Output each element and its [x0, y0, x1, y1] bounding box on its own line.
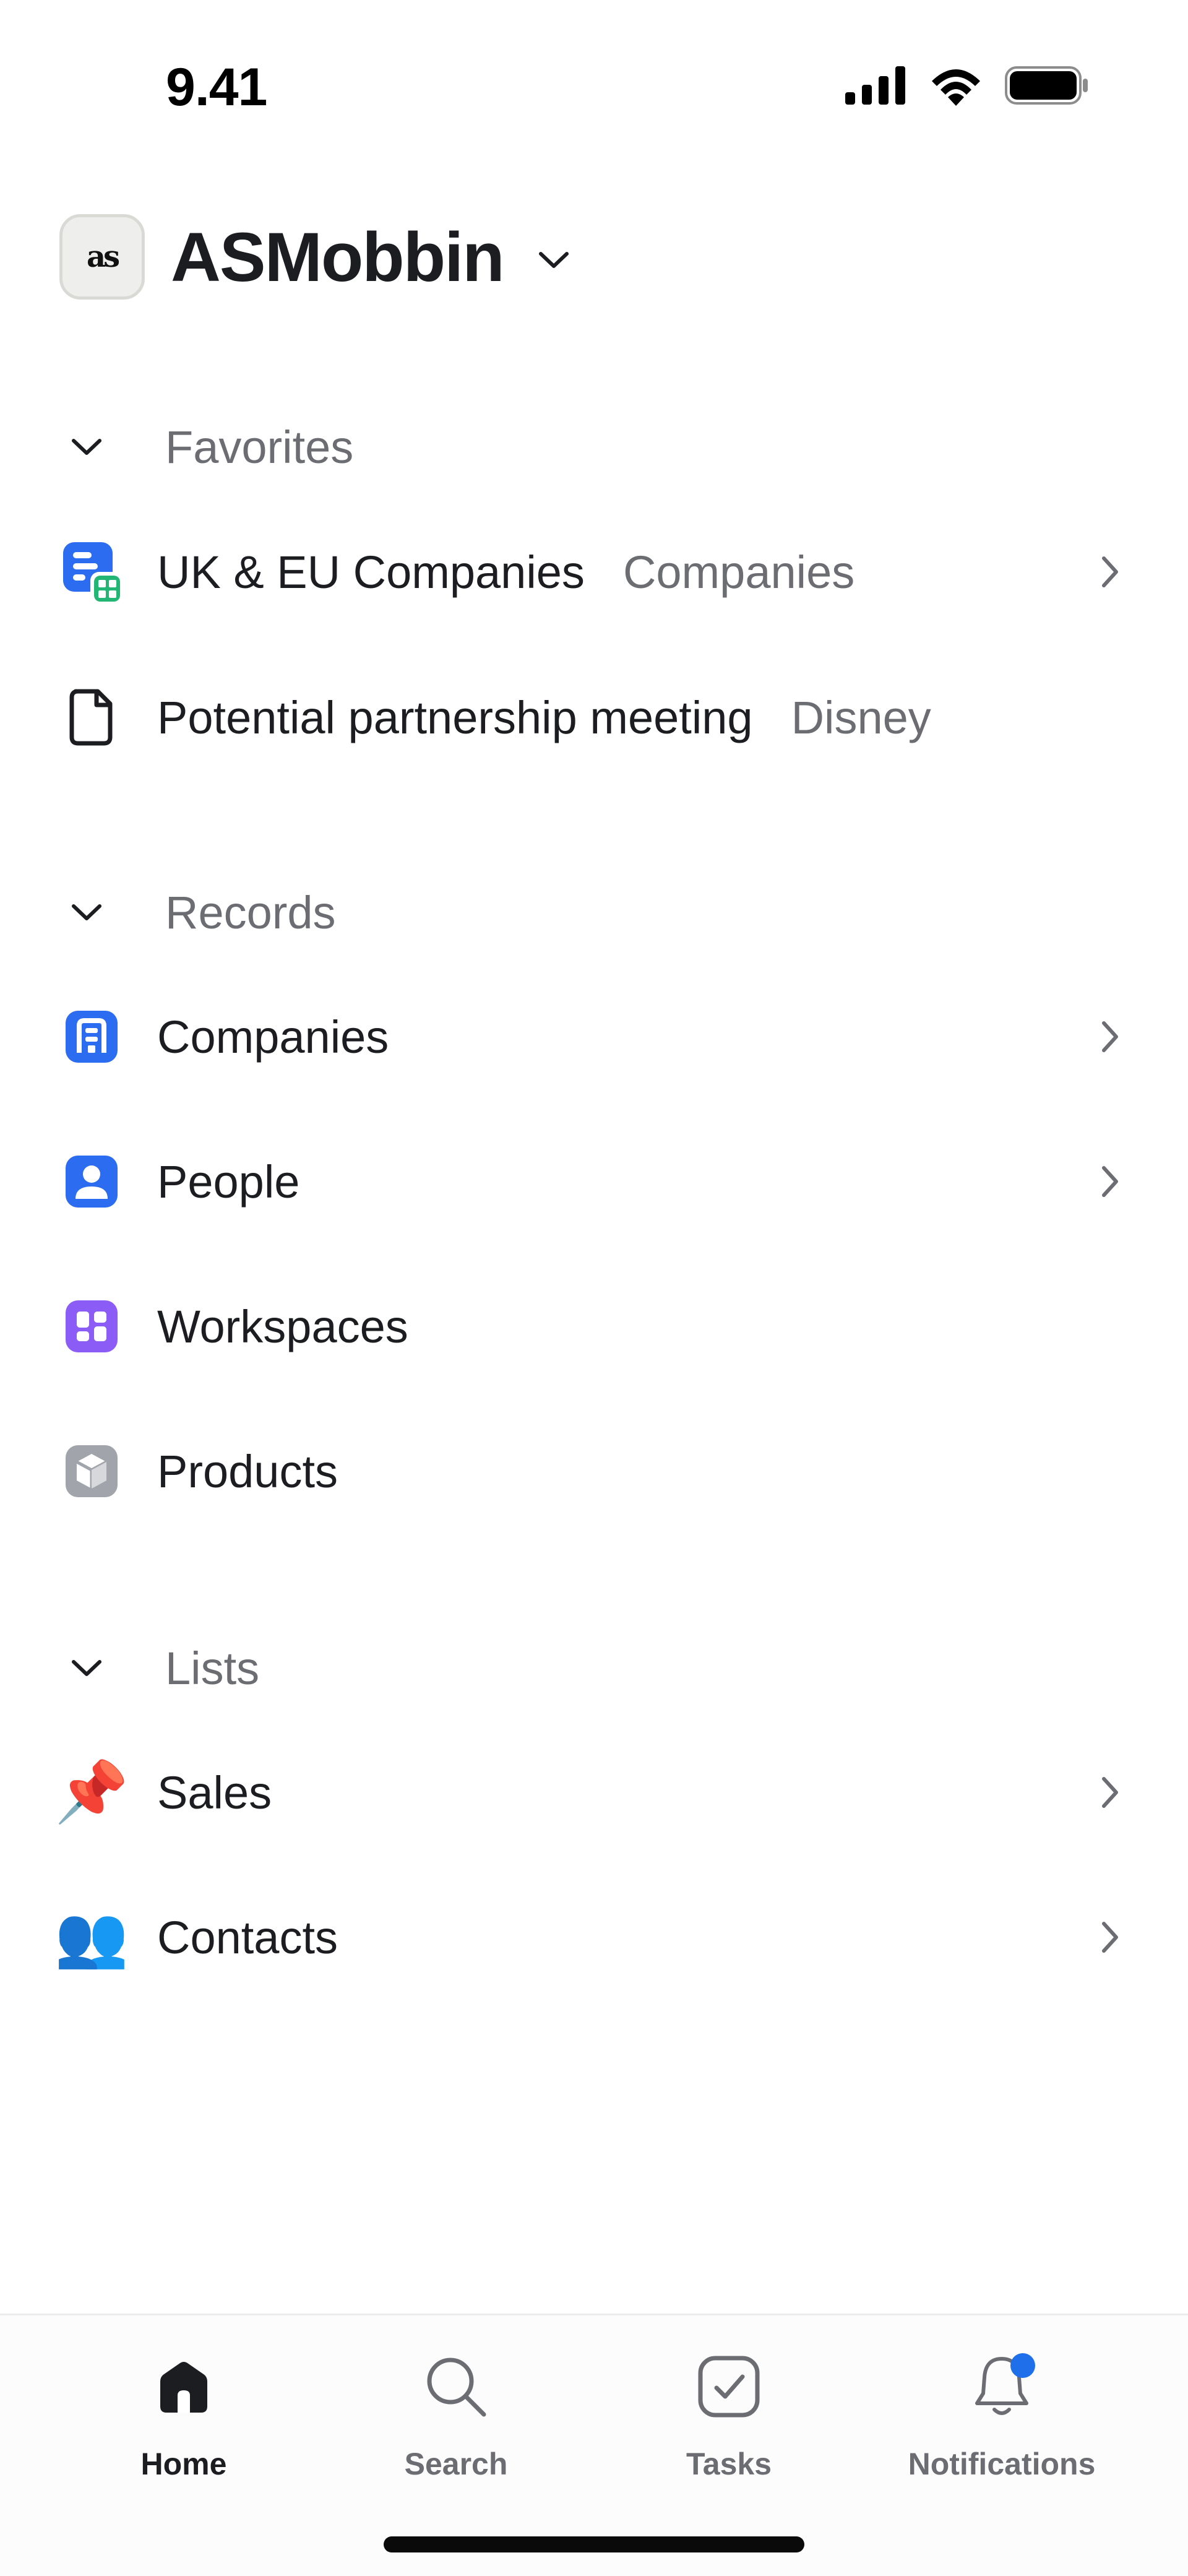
workspace-logo-text: as: [86, 240, 120, 274]
records-section-header[interactable]: Records: [71, 881, 336, 943]
search-icon: [419, 2349, 493, 2424]
workspace-name: ASMobbin: [171, 218, 505, 296]
notification-badge: [1010, 2353, 1035, 2378]
bell-icon: [965, 2349, 1039, 2424]
tab-label: Search: [404, 2447, 508, 2481]
battery-icon: [1005, 66, 1088, 105]
collapse-chevron-icon: [72, 904, 101, 920]
section-title: Favorites: [165, 421, 354, 473]
tasks-icon: [692, 2349, 766, 2424]
person-icon: [59, 1149, 124, 1214]
wifi-icon: [932, 69, 980, 106]
tab-label: Notifications: [908, 2447, 1096, 2481]
favorite-item-uk-eu-companies[interactable]: UK & EU Companies Companies: [59, 525, 1129, 618]
favorite-item-label: Potential partnership meeting: [157, 691, 753, 743]
tab-label: Tasks: [686, 2447, 772, 2481]
favorite-item-sub: Disney: [791, 691, 931, 743]
record-item-products[interactable]: Products: [59, 1425, 1129, 1518]
list-item-label: Contacts: [157, 1911, 338, 1963]
tab-home[interactable]: Home: [72, 2349, 295, 2482]
workspace-logo: as: [59, 214, 145, 300]
favorites-section-header[interactable]: Favorites: [71, 416, 353, 478]
chevron-right-icon: [1091, 1913, 1129, 1962]
home-icon: [147, 2349, 221, 2424]
favorite-item-potential-partnership-meeting[interactable]: Potential partnership meeting Disney: [59, 671, 1129, 764]
companies-icon: [59, 1005, 124, 1069]
workspace-switcher[interactable]: as ASMobbin: [59, 214, 569, 300]
status-icons: [845, 65, 1089, 106]
list-item-contacts[interactable]: 👥 Contacts: [54, 1891, 1129, 1984]
section-title: Lists: [165, 1642, 260, 1694]
favorite-item-sub: Companies: [622, 546, 855, 598]
list-item-sales[interactable]: 📌 Sales: [54, 1746, 1129, 1839]
section-title: Records: [165, 886, 336, 938]
chevron-down-icon: [538, 252, 569, 268]
chevron-right-icon: [1091, 1012, 1129, 1061]
tab-label: Home: [140, 2447, 227, 2481]
record-item-companies[interactable]: Companies: [59, 990, 1129, 1083]
tab-search[interactable]: Search: [345, 2349, 567, 2482]
status-time: 9.41: [166, 58, 267, 117]
chevron-right-icon: [1091, 547, 1129, 597]
chevron-right-icon: [1091, 1768, 1129, 1817]
collapse-chevron-icon: [72, 1660, 101, 1676]
list-item-label: Sales: [157, 1766, 272, 1818]
pushpin-icon: 📌: [54, 1760, 129, 1825]
tab-notifications[interactable]: Notifications: [890, 2349, 1113, 2482]
record-item-label: Companies: [157, 1011, 389, 1063]
chevron-right-icon: [1091, 1157, 1129, 1206]
record-item-label: Products: [157, 1445, 338, 1497]
list-item-emoji: 👥: [54, 1904, 129, 1970]
record-item-label: Workspaces: [157, 1300, 408, 1352]
document-icon: [59, 685, 124, 750]
workspaces-icon: [59, 1294, 124, 1359]
favorite-item-label: UK & EU Companies: [157, 546, 585, 598]
cube-icon: [59, 1439, 124, 1503]
status-bar: 9.41: [0, 0, 1188, 142]
record-item-people[interactable]: People: [59, 1135, 1129, 1228]
home-indicator: [384, 2536, 804, 2552]
collapse-chevron-icon: [72, 439, 101, 455]
list-item-emoji: 📌: [54, 1759, 129, 1825]
tab-tasks[interactable]: Tasks: [618, 2349, 840, 2482]
record-item-workspaces[interactable]: Workspaces: [59, 1280, 1129, 1373]
companies-view-icon: [59, 540, 124, 604]
record-item-label: People: [157, 1156, 300, 1208]
people-silhouette-icon: 👥: [54, 1905, 129, 1969]
lists-section-header[interactable]: Lists: [71, 1637, 259, 1699]
cellular-signal-icon: [845, 66, 905, 105]
